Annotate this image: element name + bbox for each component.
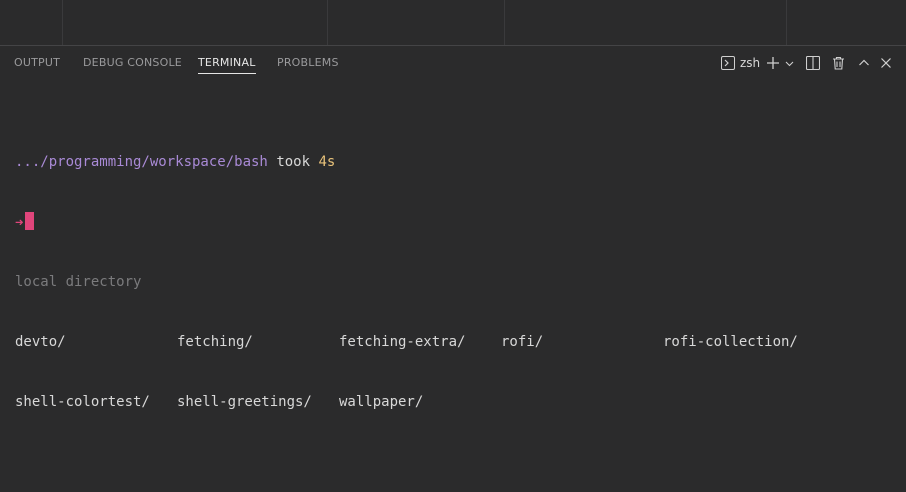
ls-comment: local directory	[15, 274, 142, 290]
panel-actions: zsh	[0, 46, 906, 80]
directory-entry: fetching/	[177, 334, 253, 350]
prompt-line: .../programming/workspace/bash took 4s	[15, 152, 895, 172]
comment-line: local directory	[15, 272, 895, 292]
editor-divider	[62, 0, 63, 45]
ls-row: shell-colortest/ shell-greetings/ wallpa…	[15, 392, 895, 412]
terminal-icon[interactable]	[721, 55, 735, 71]
panel-header: OUTPUT DEBUG CONSOLE TERMINAL PROBLEMS z…	[0, 46, 906, 80]
close-icon[interactable]	[880, 55, 892, 71]
directory-entry: shell-colortest/	[15, 394, 150, 410]
split-icon[interactable]	[806, 55, 820, 71]
chevron-up-icon[interactable]	[858, 55, 870, 71]
terminal-cursor	[25, 212, 35, 230]
directory-entry: wallpaper/	[339, 394, 424, 410]
command-duration: 4s	[318, 154, 336, 170]
terminal-output[interactable]: .../programming/workspace/bash took 4s ➜…	[15, 112, 895, 432]
editor-divider	[786, 0, 787, 45]
input-line[interactable]: ➜	[15, 212, 895, 232]
prompt-path: .../programming/workspace/bash	[15, 154, 268, 170]
directory-entry: rofi/	[501, 334, 544, 350]
directory-entry: fetching-extra/	[339, 334, 466, 350]
editor-area	[0, 0, 906, 46]
plus-icon[interactable]	[766, 55, 780, 71]
directory-entry: shell-greetings/	[177, 394, 312, 410]
took-label: took	[276, 154, 311, 170]
directory-entry: rofi-collection/	[663, 334, 798, 350]
chevron-down-icon[interactable]	[785, 55, 794, 71]
ls-row: devto/ fetching/ fetching-extra/ rofi/ r…	[15, 332, 895, 352]
editor-divider	[504, 0, 505, 45]
prompt-arrow-icon: ➜	[15, 215, 24, 231]
trash-icon[interactable]	[832, 55, 845, 71]
shell-name-label[interactable]: zsh	[740, 55, 760, 71]
directory-entry: devto/	[15, 334, 66, 350]
editor-divider	[327, 0, 328, 45]
